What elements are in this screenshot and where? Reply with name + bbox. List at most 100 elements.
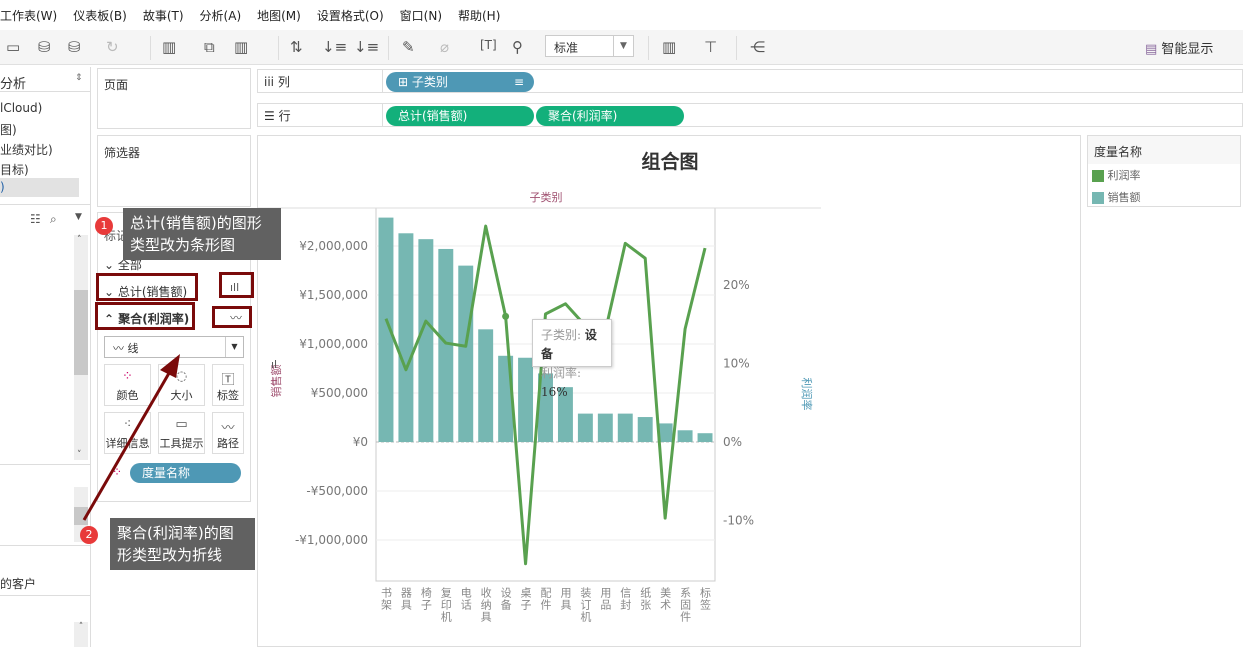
pause-datasource-icon[interactable]: ⛁ (68, 38, 81, 56)
x-tick-label: 美术 (659, 587, 672, 611)
mark-type-select[interactable]: 〰 线 ▼ (104, 336, 244, 358)
datasource-item[interactable]: 业绩对比) (0, 141, 53, 158)
color-card-label: 颜色 (116, 389, 139, 402)
rows-label: ☰ 行 (264, 109, 291, 123)
y-tick-label: -¥500,000 (306, 484, 368, 498)
bar (617, 413, 633, 443)
highlight-icon[interactable]: ✎ (402, 38, 415, 56)
menu-analysis[interactable]: 分析(A) (200, 7, 242, 24)
color-icon: ⁘ (112, 465, 123, 479)
path-card[interactable]: 〰路径 (212, 412, 244, 454)
chevron-down-icon: ▼ (225, 337, 243, 357)
measure-names-pill[interactable]: 度量名称 (130, 463, 241, 483)
pin-icon[interactable]: ⚲ (512, 38, 523, 56)
datasource-item[interactable]: 目标) (0, 161, 29, 178)
x-tick-label: 桌子 (519, 587, 532, 611)
fit-select[interactable]: 标准 ▼ (545, 35, 634, 57)
show-me-button[interactable]: ▤ 智能显示 (1145, 38, 1213, 57)
menu-map[interactable]: 地图(M) (257, 7, 301, 24)
tooltip-card[interactable]: ▭ 工具提示 (158, 412, 205, 454)
filters-label: 筛选器 (104, 146, 141, 160)
bar (597, 413, 613, 443)
swap-icon[interactable]: ⇅ (290, 38, 303, 56)
y-tick-label: ¥1,000,000 (299, 337, 368, 351)
x-tick-label: 纸张 (639, 587, 652, 611)
show-me-icon: ▤ (1145, 42, 1162, 57)
combo-chart[interactable]: 组合图子类别 -¥1,000,000 -¥500,000 ¥0 ¥500,000 ¥1,0… (258, 136, 1082, 648)
search-icon[interactable]: ⌕ (50, 212, 57, 227)
sort-ascending-icon[interactable]: ↓≡ (322, 38, 347, 56)
bar (518, 357, 534, 443)
bar (458, 265, 474, 443)
datasource-item[interactable]: 图) (0, 121, 17, 138)
text-label-icon[interactable]: [T] (480, 38, 497, 52)
presentation-icon[interactable]: ⊤ (704, 38, 717, 56)
y-tick-label: ¥2,000,000 (299, 239, 368, 253)
color-card[interactable]: ⁘ 颜色 (104, 364, 151, 406)
scrollbar[interactable]: ˄ ˅ (74, 235, 88, 460)
legend-item[interactable]: 利润率 (1088, 164, 1240, 186)
x-tick-label: 用具 (559, 587, 572, 611)
divider (736, 36, 737, 60)
label-card-label: 标签 (217, 389, 239, 402)
x-tick-label: 装订机 (579, 587, 592, 623)
annotation-callout-1: 总计(销售额)的图形类型改为条形图 (123, 208, 281, 260)
menu-help[interactable]: 帮助(H) (458, 7, 500, 24)
new-datasource-icon[interactable]: ⛁ (38, 38, 51, 56)
bar (577, 413, 593, 443)
bar (677, 430, 693, 443)
detail-card[interactable]: ⁖ 详细信息 (104, 412, 151, 454)
filters-shelf[interactable]: 筛选器 (97, 135, 251, 207)
menu-format[interactable]: 设置格式(O) (317, 7, 384, 24)
clear-sheet-icon[interactable]: ▥ (234, 38, 248, 56)
new-worksheet-icon[interactable]: ▥ (162, 38, 176, 56)
toolbar: ▭ ⛁ ⛁ ↻ ▥ ⧉ ▥ ⇅ ↓≡ ↓≡ ✎ ⌀ [T] ⚲ 标准 ▼ ▥ ⊤ … (0, 30, 1243, 65)
highlight-box (212, 306, 252, 328)
set-item[interactable]: 的客户 (0, 575, 36, 592)
y2-tick-label: 20% (723, 278, 750, 292)
legend-label: 利润率 (1107, 169, 1141, 182)
y2-tick-label: 10% (723, 356, 750, 370)
selected-point (502, 312, 510, 320)
chart-title: 组合图 (641, 150, 698, 173)
bar (398, 233, 414, 443)
sort-icon[interactable]: ⇕ (75, 73, 83, 83)
menu-dashboard[interactable]: 仪表板(B) (73, 7, 127, 24)
highlight-box (95, 302, 195, 330)
pages-shelf[interactable]: 页面 (97, 68, 251, 129)
y-tick-label: ¥1,500,000 (299, 288, 368, 302)
sort-icon: ≡ (513, 75, 524, 89)
x-tick-label: 标签 (699, 586, 712, 611)
x-tick-label: 配件 (539, 587, 552, 611)
chart-view: 组合图 子类别 -¥1,000,000 -¥500,000 ¥0 ¥500,000 ¥1,0… (257, 135, 1081, 647)
save-icon[interactable]: ▭ (6, 38, 20, 56)
column-pill-subcategory[interactable]: ⊞ 子类别 ≡ (386, 72, 534, 92)
legend-swatch (1092, 192, 1104, 204)
share-icon[interactable]: ⋲ (750, 38, 765, 56)
chevron-down-icon[interactable]: ▼ (75, 212, 82, 222)
menu-worksheet[interactable]: 工作表(W) (0, 7, 57, 24)
columns-shelf[interactable]: iii 列 ⊞ 子类别 ≡ (257, 69, 1243, 93)
sort-descending-icon[interactable]: ↓≡ (354, 38, 379, 56)
refresh-icon[interactable]: ↻ (106, 38, 119, 56)
y2-tick-label: -10% (723, 514, 754, 528)
datasource-item[interactable]: lCloud) (0, 101, 42, 115)
datasource-item-selected[interactable]: ) (0, 178, 79, 197)
menu-story[interactable]: 故事(T) (143, 7, 184, 24)
menu-window[interactable]: 窗口(N) (400, 7, 442, 24)
tooltip-key: 子类别: (541, 328, 582, 342)
legend-item[interactable]: 销售额 (1088, 186, 1240, 208)
bar (637, 417, 653, 443)
row-pill-profit-rate[interactable]: 聚合(利润率) (536, 106, 684, 126)
show-me-label: 智能显示 (1161, 42, 1214, 57)
duplicate-sheet-icon[interactable]: ⧉ (204, 38, 215, 56)
list-view-icon[interactable]: ☷ (30, 212, 41, 226)
scrollbar[interactable]: ˄ (74, 622, 88, 647)
attach-icon[interactable]: ⌀ (440, 38, 449, 56)
show-cards-icon[interactable]: ▥ (662, 38, 676, 56)
label-card[interactable]: 🅃 标签 (212, 364, 244, 406)
rows-shelf[interactable]: ☰ 行 总计(销售额) 聚合(利润率) (257, 103, 1243, 127)
size-icon: ◌ (175, 369, 188, 384)
size-card[interactable]: ◌ 大小 (158, 364, 205, 406)
row-pill-sales[interactable]: 总计(销售额) (386, 106, 534, 126)
